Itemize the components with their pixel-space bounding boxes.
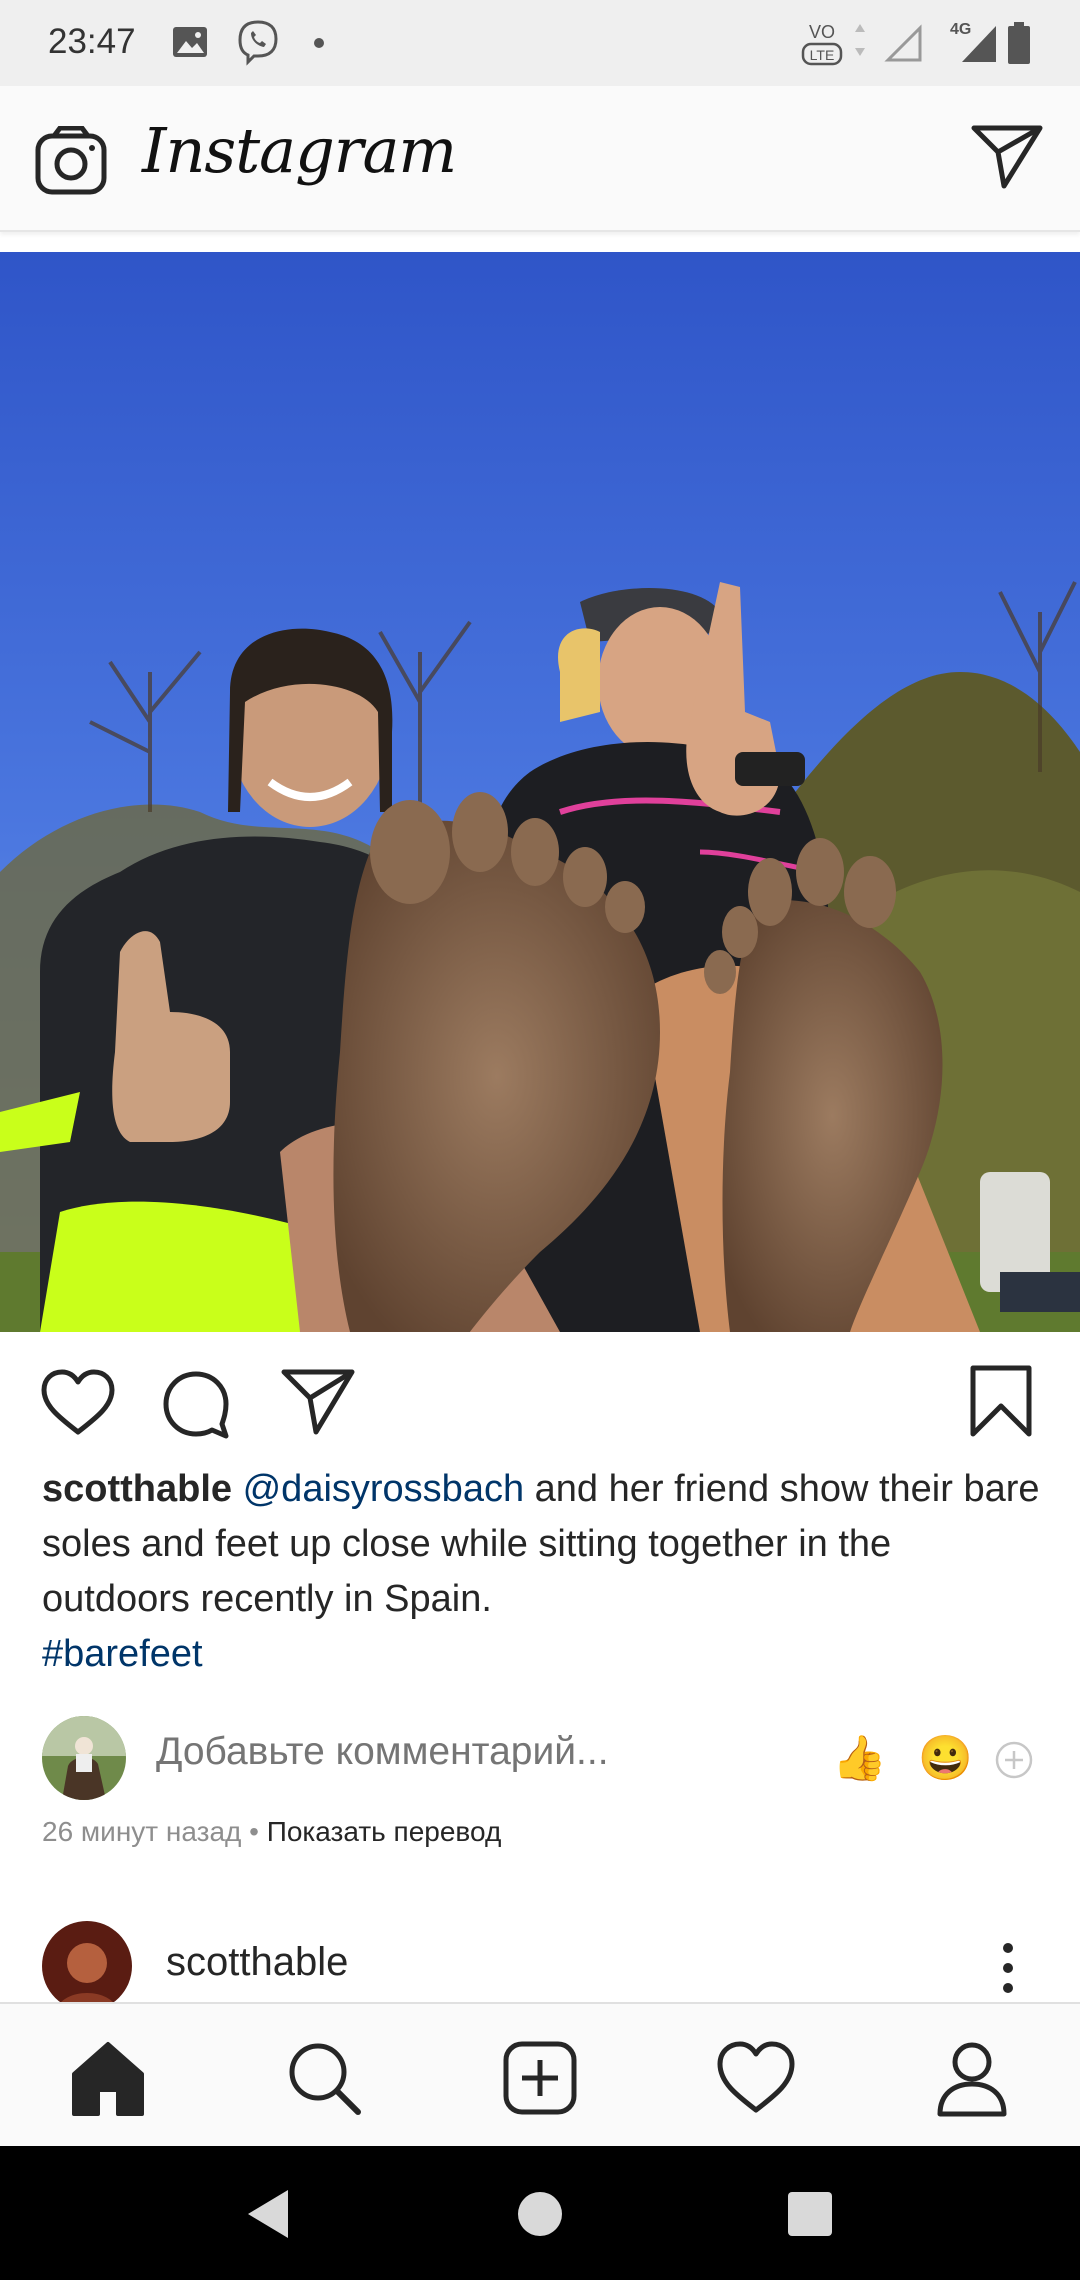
post-image xyxy=(0,252,1080,1332)
comment-input[interactable] xyxy=(156,1730,796,1774)
signal-4g-icon: 4G xyxy=(950,21,996,62)
post-actions xyxy=(0,1340,1080,1460)
more-notifications-dot-icon xyxy=(314,38,324,48)
gallery-notification-icon xyxy=(173,27,207,57)
next-post-avatar-image xyxy=(42,1921,132,2011)
direct-message-icon[interactable] xyxy=(970,124,1044,190)
network-type-label: 4G xyxy=(950,21,971,38)
meta-separator: • xyxy=(241,1816,267,1847)
home-nav-icon[interactable] xyxy=(514,2184,566,2244)
thumbs-up-emoji-button[interactable]: 👍 xyxy=(832,1732,887,1784)
search-tab-icon[interactable] xyxy=(284,2038,364,2118)
post-photo[interactable] xyxy=(0,252,1080,1332)
home-tab-icon[interactable] xyxy=(68,2038,148,2118)
own-avatar[interactable] xyxy=(42,1716,126,1800)
show-translation-link[interactable]: Показать перевод xyxy=(267,1816,502,1847)
add-comment-row: 👍 😀 xyxy=(0,1710,1080,1810)
status-time: 23:47 xyxy=(48,22,136,61)
save-bookmark-icon[interactable] xyxy=(968,1364,1034,1438)
own-avatar-image xyxy=(42,1716,126,1800)
caption-username[interactable]: scotthable xyxy=(42,1468,232,1510)
bottom-tab-bar xyxy=(0,2002,1080,2148)
post-time-ago: 26 минут назад xyxy=(42,1816,242,1847)
recents-nav-icon[interactable] xyxy=(784,2184,836,2244)
next-post-username[interactable]: scotthable xyxy=(166,1940,348,1985)
app-header: Instagram xyxy=(0,86,1080,232)
status-bar: 23:47 VO LTE 4G xyxy=(0,0,1080,86)
camera-icon[interactable] xyxy=(34,126,108,196)
svg-text:LTE: LTE xyxy=(810,47,835,63)
next-post-avatar[interactable] xyxy=(42,1921,132,2011)
back-nav-icon[interactable] xyxy=(240,2184,296,2244)
caption-mention[interactable]: @daisyrossbach xyxy=(243,1468,524,1510)
like-heart-icon[interactable] xyxy=(40,1368,116,1438)
data-arrows-icon xyxy=(855,24,865,56)
next-post-header: scotthable xyxy=(0,1918,1080,2011)
add-emoji-plus-icon[interactable] xyxy=(994,1740,1034,1780)
comment-icon[interactable] xyxy=(160,1368,232,1440)
battery-icon xyxy=(1008,22,1030,64)
grinning-emoji-button[interactable]: 😀 xyxy=(918,1732,973,1784)
system-navigation-bar xyxy=(0,2146,1080,2280)
more-options-icon[interactable] xyxy=(996,1940,1020,1996)
post-caption: scotthable @daisyrossbach and her friend… xyxy=(42,1462,1042,1682)
volte-icon: VO LTE xyxy=(801,22,843,66)
viber-notification-icon xyxy=(238,20,278,66)
activity-heart-tab-icon[interactable] xyxy=(716,2038,796,2118)
instagram-logo[interactable]: Instagram xyxy=(142,114,457,187)
caption-hashtag[interactable]: #barefeet xyxy=(42,1627,1042,1682)
post-meta: 26 минут назад • Показать перевод xyxy=(42,1816,501,1848)
svg-text:VO: VO xyxy=(809,22,835,42)
profile-tab-icon[interactable] xyxy=(932,2038,1012,2118)
new-post-tab-icon[interactable] xyxy=(500,2038,580,2118)
share-icon[interactable] xyxy=(280,1368,356,1438)
signal-sim1-icon xyxy=(884,24,922,62)
